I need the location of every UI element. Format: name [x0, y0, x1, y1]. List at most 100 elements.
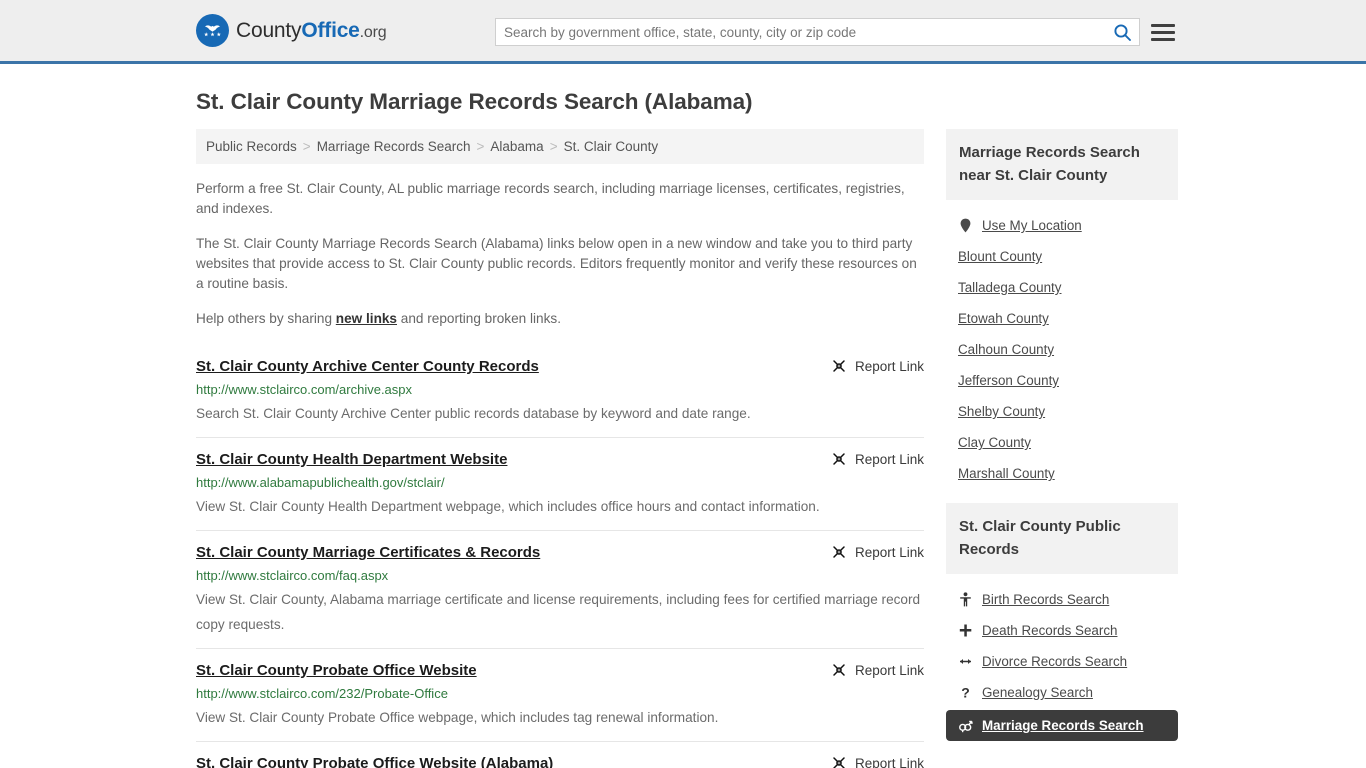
report-link-button[interactable]: Report Link [831, 450, 924, 467]
sidebar-heading-public-records: St. Clair County Public Records [946, 503, 1178, 574]
sidebar: Marriage Records Search near St. Clair C… [946, 129, 1178, 755]
result-description: View St. Clair County Health Department … [196, 499, 820, 514]
sidebar-item-etowah-county[interactable]: Etowah County [946, 303, 1178, 334]
search-button[interactable] [1105, 19, 1139, 45]
gender-symbols-icon [958, 719, 973, 733]
intro-text: Perform a free St. Clair County, AL publ… [196, 179, 924, 329]
search-bar [495, 18, 1140, 46]
brand-part-county: County [236, 18, 302, 42]
result-description: Search St. Clair County Archive Center p… [196, 406, 751, 421]
breadcrumb-item-alabama[interactable]: Alabama [490, 139, 543, 154]
result-description: View St. Clair County Probate Office web… [196, 710, 719, 725]
search-icon [1113, 23, 1131, 41]
cross-icon [958, 623, 973, 638]
report-link-button[interactable]: Report Link [831, 357, 924, 374]
sidebar-item-calhoun-county[interactable]: Calhoun County [946, 334, 1178, 365]
result-item: St. Clair County Health Department Websi… [196, 437, 924, 530]
report-link-label: Report Link [854, 755, 924, 768]
sidebar-link-label[interactable]: Shelby County [958, 404, 1045, 419]
sidebar-item-blount-county[interactable]: Blount County [946, 241, 1178, 272]
broken-link-icon [833, 546, 845, 558]
result-header: St. Clair County Health Department Websi… [196, 450, 924, 470]
sidebar-link-label[interactable]: Etowah County [958, 311, 1049, 326]
sidebar-link-label[interactable]: Death Records Search [982, 623, 1117, 638]
intro-p3-before: Help others by sharing [196, 311, 336, 326]
sidebar-link-label[interactable]: Divorce Records Search [982, 654, 1127, 669]
report-link-button[interactable]: Report Link [831, 754, 924, 768]
sidebar-heading-nearby: Marriage Records Search near St. Clair C… [946, 129, 1178, 200]
sidebar-link-label[interactable]: Birth Records Search [982, 592, 1109, 607]
results-list: St. Clair County Archive Center County R… [196, 351, 924, 768]
result-header: St. Clair County Marriage Certificates &… [196, 543, 924, 563]
sidebar-item-marshall-county[interactable]: Marshall County [946, 458, 1178, 489]
result-description: View St. Clair County, Alabama marriage … [196, 592, 921, 632]
report-link-button[interactable]: Report Link [831, 661, 924, 678]
breadcrumb: Public Records > Marriage Records Search… [196, 129, 924, 164]
result-header: St. Clair County Probate Office Website … [196, 661, 924, 681]
sidebar-item-divorce-records-search[interactable]: Divorce Records Search [946, 646, 1178, 677]
site-logo[interactable]: CountyOffice.org [196, 14, 387, 47]
breadcrumb-item-st-clair-county[interactable]: St. Clair County [564, 139, 659, 154]
intro-paragraph-3: Help others by sharing new links and rep… [196, 309, 924, 329]
result-url: http://www.stclairco.com/232/Probate-Off… [196, 686, 448, 701]
result-title-link[interactable]: St. Clair County Health Department Websi… [196, 450, 507, 470]
sidebar-item-clay-county[interactable]: Clay County [946, 427, 1178, 458]
result-item: St. Clair County Probate Office Website … [196, 741, 924, 768]
result-item: St. Clair County Probate Office Website … [196, 648, 924, 741]
breadcrumb-item-marriage-records-search[interactable]: Marriage Records Search [317, 139, 471, 154]
sidebar-link-label[interactable]: Genealogy Search [982, 685, 1093, 700]
sidebar-link-label[interactable]: Calhoun County [958, 342, 1054, 357]
report-link-button[interactable]: Report Link [831, 543, 924, 560]
search-input[interactable] [496, 19, 1105, 45]
broken-link-icon [833, 757, 845, 768]
result-item: St. Clair County Archive Center County R… [196, 351, 924, 437]
breadcrumb-item-public-records[interactable]: Public Records [206, 139, 297, 154]
result-url: http://www.stclairco.com/faq.aspx [196, 568, 389, 583]
brand-part-office: Office [301, 18, 360, 42]
sidebar-card-public-records: St. Clair County Public Records Birth Re… [946, 503, 1178, 741]
result-item: St. Clair County Marriage Certificates &… [196, 530, 924, 648]
sidebar-link-label[interactable]: Jefferson County [958, 373, 1059, 388]
result-url: http://www.alabamapublichealth.gov/stcla… [196, 475, 445, 490]
new-links-link[interactable]: new links [336, 311, 397, 326]
hamburger-bar [1151, 30, 1175, 34]
result-url: http://www.stclairco.com/archive.aspx [196, 382, 413, 397]
sidebar-item-jefferson-county[interactable]: Jefferson County [946, 365, 1178, 396]
sidebar-item-birth-records-search[interactable]: Birth Records Search [946, 584, 1178, 615]
broken-link-icon [833, 664, 845, 676]
sidebar-link-label[interactable]: Marriage Records Search [982, 718, 1144, 733]
sidebar-link-label[interactable]: Talladega County [958, 280, 1061, 295]
content-columns: Public Records > Marriage Records Search… [196, 129, 1178, 768]
sidebar-item-death-records-search[interactable]: Death Records Search [946, 615, 1178, 646]
sidebar-item-marriage-records-search[interactable]: Marriage Records Search [946, 710, 1178, 741]
hamburger-bar [1151, 37, 1175, 41]
svg-text:?: ? [961, 685, 970, 700]
result-title-link[interactable]: St. Clair County Probate Office Website … [196, 754, 553, 768]
result-header: St. Clair County Archive Center County R… [196, 357, 924, 377]
breadcrumb-separator: > [476, 139, 485, 154]
sidebar-item-talladega-county[interactable]: Talladega County [946, 272, 1178, 303]
sidebar-public-records-list: Birth Records Search Death Records Searc… [946, 574, 1178, 741]
sidebar-item-use-my-location[interactable]: Use My Location [946, 210, 1178, 241]
map-pin-icon [958, 218, 973, 233]
result-title-link[interactable]: St. Clair County Probate Office Website [196, 661, 477, 681]
sidebar-link-label[interactable]: Blount County [958, 249, 1042, 264]
sidebar-card-nearby: Marriage Records Search near St. Clair C… [946, 129, 1178, 489]
broken-link-icon [833, 453, 845, 465]
page-title: St. Clair County Marriage Records Search… [196, 89, 753, 114]
sidebar-nearby-list: Use My Location Blount County Talladega … [946, 200, 1178, 489]
broken-link-icon [833, 360, 845, 372]
result-title-link[interactable]: St. Clair County Archive Center County R… [196, 357, 539, 377]
hamburger-bar [1151, 23, 1175, 27]
intro-paragraph-2: The St. Clair County Marriage Records Se… [196, 236, 917, 291]
sidebar-link-label[interactable]: Clay County [958, 435, 1031, 450]
question-mark-icon: ? [958, 685, 973, 700]
hamburger-menu-icon[interactable] [1151, 20, 1175, 44]
site-logo-text: CountyOffice.org [236, 18, 387, 43]
sidebar-item-genealogy-search[interactable]: ? Genealogy Search [946, 677, 1178, 708]
sidebar-link-label[interactable]: Marshall County [958, 466, 1055, 481]
sidebar-item-shelby-county[interactable]: Shelby County [946, 396, 1178, 427]
sidebar-link-label[interactable]: Use My Location [982, 218, 1082, 233]
result-title-link[interactable]: St. Clair County Marriage Certificates &… [196, 543, 540, 563]
intro-p3-after: and reporting broken links. [397, 311, 561, 326]
